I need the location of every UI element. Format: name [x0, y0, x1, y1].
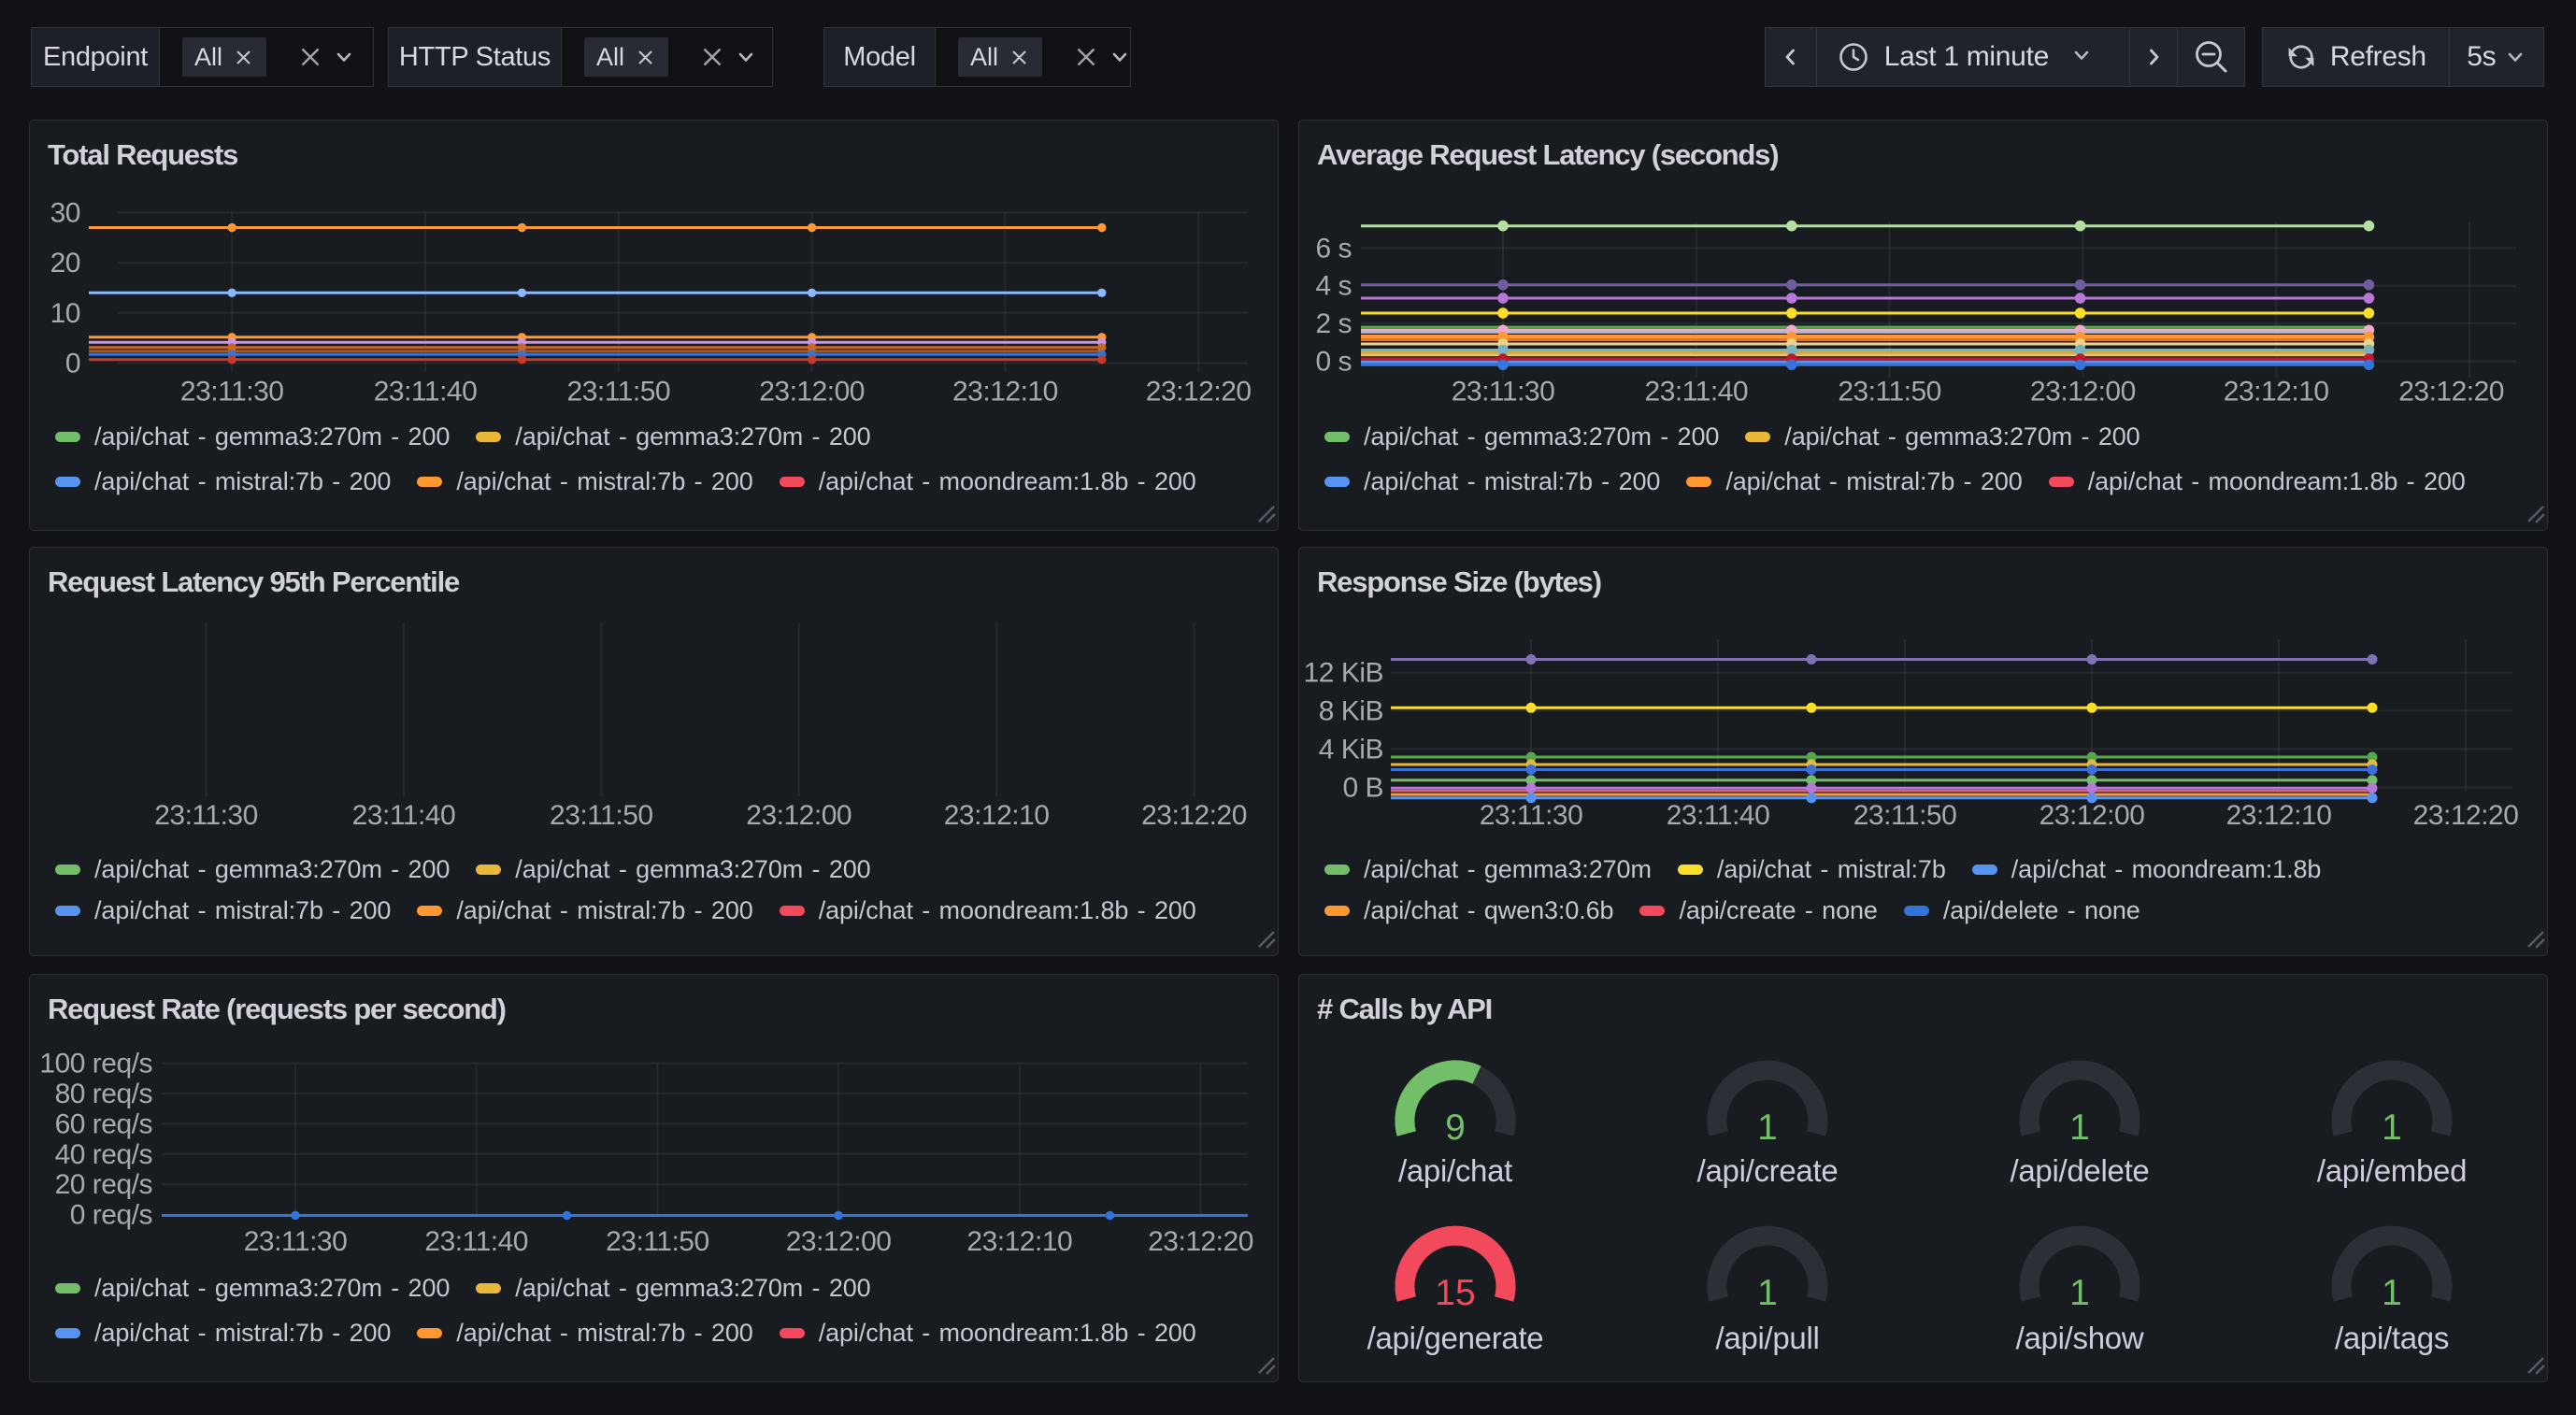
- svg-text:1: 1: [2382, 1108, 2402, 1148]
- svg-text:80 req/s: 80 req/s: [55, 1079, 152, 1109]
- svg-text:100 req/s: 100 req/s: [39, 1049, 152, 1079]
- svg-text:23:12:20: 23:12:20: [1148, 1226, 1253, 1257]
- svg-text:23:11:40: 23:11:40: [1667, 800, 1770, 831]
- svg-text:0 req/s: 0 req/s: [70, 1200, 152, 1231]
- svg-text:23:12:00: 23:12:00: [746, 800, 852, 831]
- svg-text:23:11:30: 23:11:30: [244, 1226, 348, 1257]
- svg-text:/api/delete: /api/delete: [2011, 1153, 2150, 1188]
- svg-text:1: 1: [2069, 1108, 2090, 1148]
- svg-text:23:11:40: 23:11:40: [352, 800, 456, 831]
- svg-text:23:12:10: 23:12:10: [944, 800, 1050, 831]
- svg-text:23:11:30: 23:11:30: [180, 377, 284, 407]
- svg-text:23:11:30: 23:11:30: [154, 800, 258, 831]
- svg-text:4 KiB: 4 KiB: [1319, 735, 1383, 765]
- svg-text:23:12:10: 23:12:10: [966, 1226, 1072, 1257]
- svg-text:23:11:50: 23:11:50: [1838, 377, 1941, 407]
- svg-text:0 s: 0 s: [1315, 347, 1352, 378]
- svg-text:23:11:40: 23:11:40: [374, 377, 478, 407]
- svg-text:23:12:00: 23:12:00: [786, 1226, 892, 1257]
- svg-text:40 req/s: 40 req/s: [55, 1139, 152, 1170]
- svg-text:23:12:20: 23:12:20: [1141, 800, 1247, 831]
- svg-text:1: 1: [2069, 1273, 2090, 1313]
- svg-text:0 B: 0 B: [1342, 773, 1383, 804]
- svg-text:12 KiB: 12 KiB: [1304, 658, 1383, 689]
- svg-text:/api/generate: /api/generate: [1367, 1321, 1544, 1355]
- svg-text:/api/create: /api/create: [1697, 1153, 1839, 1188]
- svg-text:23:12:20: 23:12:20: [1146, 377, 1252, 407]
- svg-text:9: 9: [1445, 1108, 1466, 1148]
- svg-text:1: 1: [2382, 1273, 2402, 1313]
- svg-text:/api/tags: /api/tags: [2335, 1321, 2449, 1355]
- svg-text:23:11:30: 23:11:30: [1480, 800, 1583, 831]
- svg-text:23:12:00: 23:12:00: [759, 377, 865, 407]
- svg-text:23:12:10: 23:12:10: [952, 377, 1058, 407]
- svg-text:60 req/s: 60 req/s: [55, 1108, 152, 1139]
- svg-text:/api/pull: /api/pull: [1715, 1321, 1819, 1355]
- svg-text:23:11:50: 23:11:50: [567, 377, 671, 407]
- svg-text:/api/show: /api/show: [2016, 1321, 2144, 1355]
- svg-text:6 s: 6 s: [1315, 233, 1352, 264]
- svg-text:23:11:30: 23:11:30: [1452, 377, 1555, 407]
- svg-text:23:11:50: 23:11:50: [550, 800, 653, 831]
- svg-text:23:12:10: 23:12:10: [2224, 377, 2329, 407]
- svg-text:10: 10: [50, 298, 80, 329]
- svg-text:23:12:20: 23:12:20: [2413, 800, 2519, 831]
- svg-text:4 s: 4 s: [1315, 271, 1352, 302]
- svg-text:1: 1: [1757, 1273, 1778, 1313]
- svg-text:23:11:40: 23:11:40: [424, 1226, 528, 1257]
- svg-text:8 KiB: 8 KiB: [1319, 696, 1383, 727]
- svg-text:23:12:20: 23:12:20: [2398, 377, 2504, 407]
- svg-text:1: 1: [1757, 1108, 1778, 1148]
- svg-text:30: 30: [50, 197, 80, 228]
- svg-text:23:12:00: 23:12:00: [2039, 800, 2145, 831]
- svg-text:23:11:50: 23:11:50: [606, 1226, 709, 1257]
- svg-text:23:11:40: 23:11:40: [1645, 377, 1749, 407]
- svg-text:23:12:00: 23:12:00: [2030, 377, 2136, 407]
- svg-text:0: 0: [65, 349, 80, 379]
- svg-text:15: 15: [1435, 1273, 1475, 1313]
- svg-text:23:12:10: 23:12:10: [2226, 800, 2332, 831]
- svg-text:2 s: 2 s: [1315, 308, 1352, 339]
- svg-text:23:11:50: 23:11:50: [1853, 800, 1957, 831]
- svg-text:20: 20: [50, 248, 80, 279]
- svg-text:/api/embed: /api/embed: [2317, 1153, 2467, 1188]
- svg-text:/api/chat: /api/chat: [1398, 1153, 1512, 1188]
- svg-text:20 req/s: 20 req/s: [55, 1169, 152, 1200]
